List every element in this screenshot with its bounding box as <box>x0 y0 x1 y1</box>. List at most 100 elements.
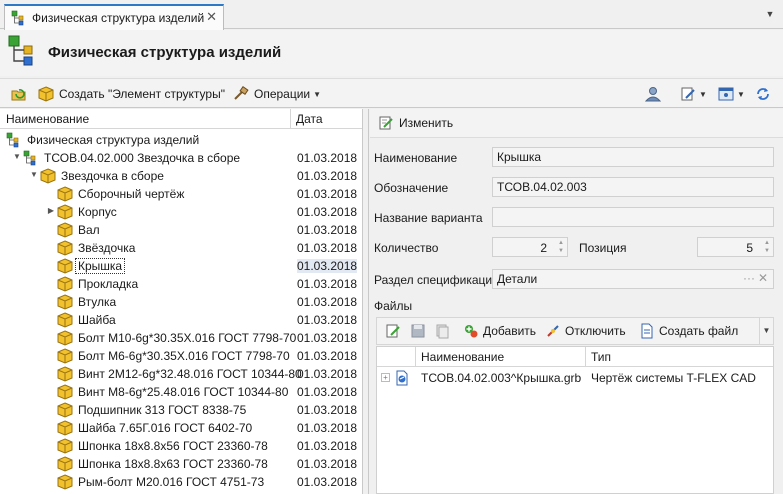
cube-icon <box>57 474 73 490</box>
add-icon <box>465 325 478 338</box>
files-grid[interactable]: Наименование Тип + ТСОВ.04.02.003^Крышка.… <box>376 346 774 494</box>
column-divider[interactable] <box>415 347 416 367</box>
column-header-name[interactable]: Наименование <box>6 112 89 126</box>
tab-list-dropdown[interactable]: ▼ <box>763 7 777 21</box>
column-divider[interactable] <box>585 347 586 367</box>
file-type: Чертёж системы T-FLEX CAD <box>591 371 756 385</box>
files-label: Файлы <box>374 299 413 313</box>
view-menu-button[interactable]: ▼ <box>718 84 745 104</box>
create-structure-element-button[interactable]: Создать "Элемент структуры" <box>38 84 225 104</box>
details-panel: Изменить Наименование Крышка Обозначение… <box>370 109 783 494</box>
tree-row-date: 01.03.2018 <box>297 187 358 201</box>
section-field[interactable]: Детали ··· ✕ <box>492 269 774 289</box>
tree-scrollbar[interactable] <box>363 109 369 494</box>
position-stepper[interactable]: 5 ▲ ▼ <box>697 237 774 257</box>
edit-menu-button[interactable]: ▼ <box>680 84 707 104</box>
tree-row[interactable]: Сборочный чертёж 01.03.2018 <box>0 185 362 203</box>
structure-icon <box>8 35 33 66</box>
detach-icon <box>547 325 559 337</box>
create-file-label: Создать файл <box>659 324 739 338</box>
tree-row[interactable]: Физическая структура изделий <box>0 131 362 149</box>
structure-tree[interactable]: Наименование Дата Физическая структура и… <box>0 109 363 494</box>
add-file-button[interactable]: Добавить <box>463 323 536 339</box>
column-header-date[interactable]: Дата <box>296 112 323 126</box>
tree-row[interactable]: Винт 2М12-6g*32.48.016 ГОСТ 10344-80 01.0… <box>0 365 362 383</box>
column-divider[interactable] <box>290 109 291 129</box>
tree-row[interactable]: ▼ Звездочка в сборе 01.03.2018 <box>0 167 362 185</box>
copy-icon <box>436 324 449 339</box>
tree-row[interactable]: Прокладка 01.03.2018 <box>0 275 362 293</box>
stepper-arrows-icon[interactable]: ▲ ▼ <box>764 239 770 255</box>
clear-icon[interactable]: ✕ <box>758 271 768 285</box>
section-value: Детали <box>497 272 538 286</box>
tree-row-date: 01.03.2018 <box>297 259 358 273</box>
copy-button[interactable] <box>434 323 450 339</box>
cube-icon <box>38 86 54 102</box>
expand-plus-icon[interactable]: + <box>381 373 390 382</box>
files-column-name[interactable]: Наименование <box>421 350 504 364</box>
tree-row[interactable]: Шпонка 18х8.8х56 ГОСТ 23360-78 01.03.2018 <box>0 437 362 455</box>
refresh-tree-button[interactable] <box>10 84 28 104</box>
designation-field[interactable]: ТСОВ.04.02.003 <box>492 177 774 197</box>
tree-row[interactable]: ▶ Корпус 01.03.2018 <box>0 203 362 221</box>
cube-icon <box>57 420 73 436</box>
tree-row-name: Корпус <box>78 205 117 219</box>
tree-row[interactable]: Болт М10-6g*30.35Х.016 ГОСТ 7798-70 01.03… <box>0 329 362 347</box>
cube-icon <box>57 384 73 400</box>
tree-row[interactable]: Винт М8-6g*25.48.016 ГОСТ 10344-80 01.03.… <box>0 383 362 401</box>
operations-menu-button[interactable]: Операции ▼ <box>233 84 321 104</box>
quantity-value: 2 <box>540 241 547 255</box>
tree-row-name: Болт М10-6g*30.35Х.016 ГОСТ 7798-70 <box>78 331 297 345</box>
tree-row-name: Физическая структура изделий <box>27 133 200 147</box>
expand-arrow-icon[interactable]: ▶ <box>46 206 56 215</box>
tree-row[interactable]: Подшипник 313 ГОСТ 8338-75 01.03.2018 <box>0 401 362 419</box>
edit-file-button[interactable] <box>385 323 401 339</box>
tree-row-name: Шайба 7.65Г.016 ГОСТ 6402-70 <box>78 421 253 435</box>
tree-row[interactable]: Втулка 01.03.2018 <box>0 293 362 311</box>
file-name: ТСОВ.04.02.003^Крышка.grb <box>421 371 582 385</box>
tree-row[interactable]: Шпонка 18х8.8х63 ГОСТ 23360-78 01.03.2018 <box>0 455 362 473</box>
details-toolbar: Изменить <box>370 109 783 138</box>
collapse-arrow-icon[interactable]: ▼ <box>12 152 22 161</box>
close-icon[interactable]: ✕ <box>206 9 217 25</box>
cube-icon <box>57 186 73 202</box>
file-row[interactable]: + ТСОВ.04.02.003^Крышка.grb Чертёж системы… <box>377 368 773 388</box>
tree-row-date: 01.03.2018 <box>297 331 358 345</box>
tree-row-date: 01.03.2018 <box>297 277 358 291</box>
tree-row-name: Рым-болт М20.016 ГОСТ 4751-73 <box>78 475 265 489</box>
detach-file-button[interactable]: Отключить <box>545 323 626 339</box>
edit-label: Изменить <box>399 116 454 130</box>
refresh-button[interactable] <box>755 84 771 104</box>
tree-row-name: Шпонка 18х8.8х56 ГОСТ 23360-78 <box>78 439 268 453</box>
save-button[interactable] <box>410 323 426 339</box>
tree-row-date: 01.03.2018 <box>297 223 358 237</box>
tree-row-name: Звёздочка <box>78 241 136 255</box>
tree-row-date: 01.03.2018 <box>297 457 358 471</box>
create-label: Создать "Элемент структуры" <box>59 87 225 101</box>
files-column-type[interactable]: Тип <box>591 350 611 364</box>
tree-row[interactable]: Шайба 7.65Г.016 ГОСТ 6402-70 01.03.2018 <box>0 419 362 437</box>
tab-physical-structure[interactable]: Физическая структура изделий ✕ <box>4 4 224 30</box>
tree-row[interactable]: Болт М6-6g*30.35Х.016 ГОСТ 7798-70 01.03.… <box>0 347 362 365</box>
tree-row[interactable]: Звёздочка 01.03.2018 <box>0 239 362 257</box>
stepper-arrows-icon[interactable]: ▲ ▼ <box>558 239 564 255</box>
tree-row[interactable]: Вал 01.03.2018 <box>0 221 362 239</box>
cube-icon <box>57 240 73 256</box>
tree-row-name: Подшипник 313 ГОСТ 8338-75 <box>78 403 247 417</box>
edit-button[interactable]: Изменить <box>378 115 453 131</box>
variant-field[interactable] <box>492 207 774 227</box>
tree-row[interactable]: Рым-болт М20.016 ГОСТ 4751-73 01.03.2018 <box>0 473 362 491</box>
user-button[interactable] <box>644 84 662 104</box>
tree-row[interactable]: Крышка 01.03.2018 <box>0 257 362 275</box>
collapse-arrow-icon[interactable]: ▼ <box>29 170 39 179</box>
more-icon[interactable]: ··· <box>743 271 755 285</box>
tree-row-name: Втулка <box>78 295 117 309</box>
user-icon <box>644 87 662 102</box>
tree-row[interactable]: Шайба 01.03.2018 <box>0 311 362 329</box>
create-file-button[interactable]: Создать файл <box>639 323 738 339</box>
files-toolbar-overflow[interactable]: ▼ <box>759 318 773 344</box>
quantity-stepper[interactable]: 2 ▲ ▼ <box>492 237 568 257</box>
tree-row[interactable]: ▼ ТСОВ.04.02.000 Звездочка в сборе 01.03.2… <box>0 149 362 167</box>
tree-row-date: 01.03.2018 <box>297 385 358 399</box>
name-field[interactable]: Крышка <box>492 147 774 167</box>
